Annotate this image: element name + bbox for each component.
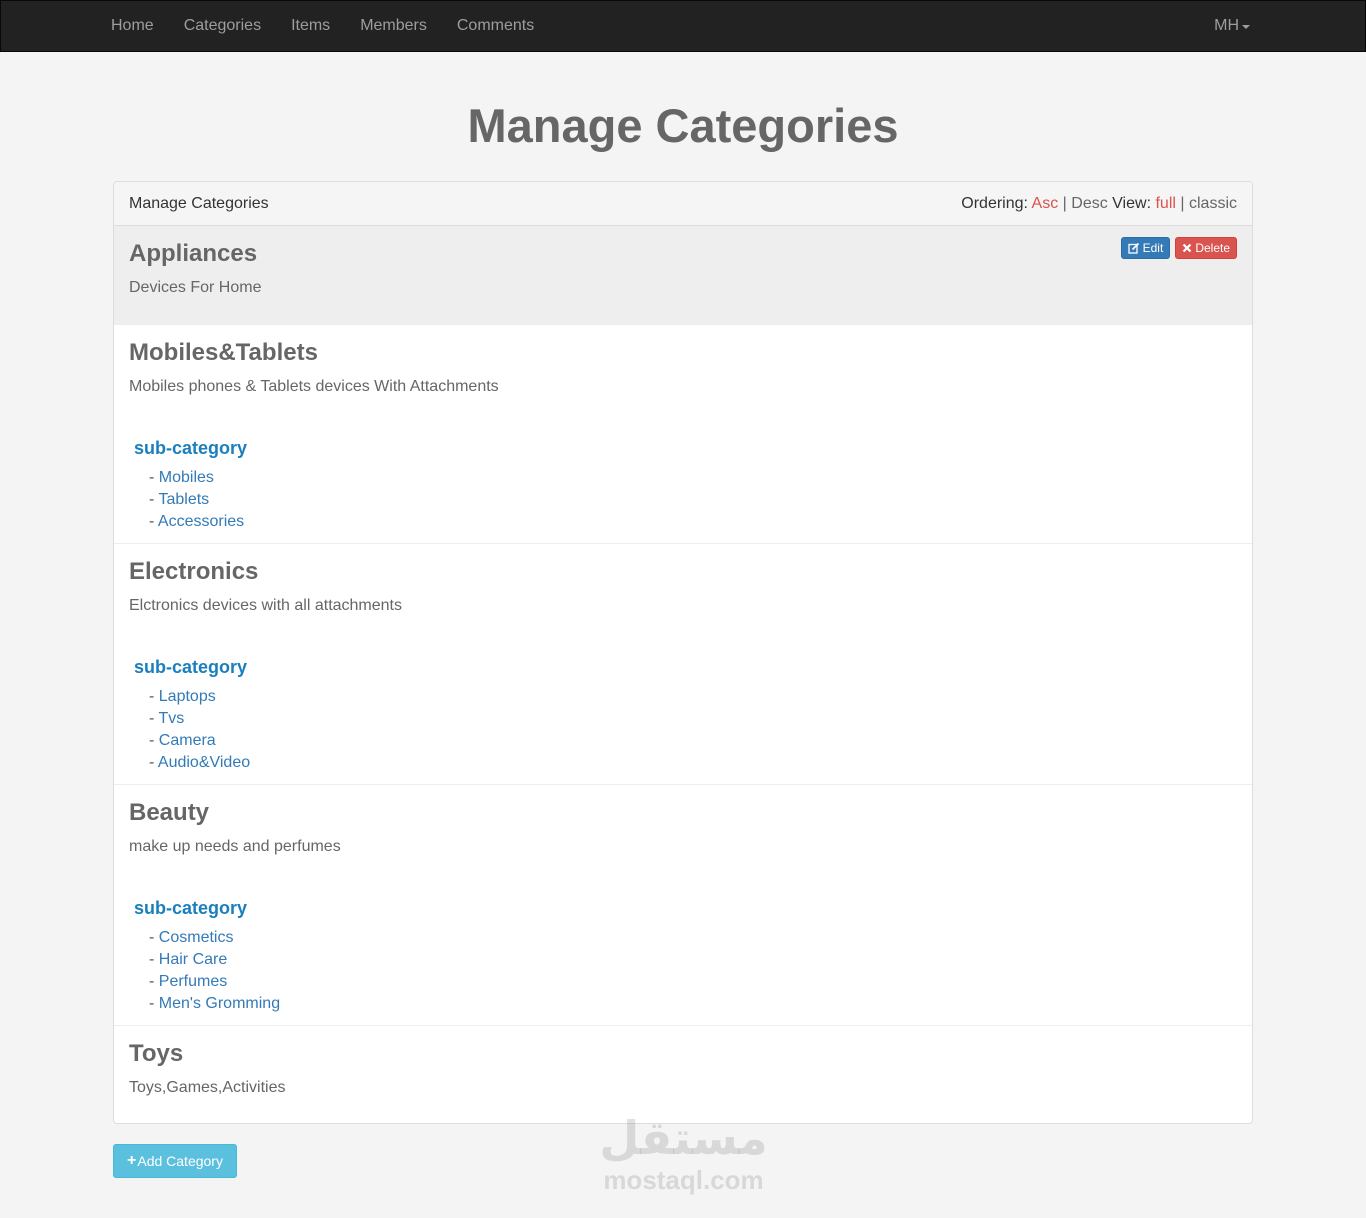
page-title: Manage Categories: [467, 99, 899, 152]
sub-category-heading: sub-category: [134, 438, 248, 458]
sub-category-list: - Mobiles - Tablets - Accessories: [149, 467, 1237, 533]
panel-title: Manage Categories: [129, 194, 269, 212]
sub-category-list: - Cosmetics - Hair Care - Perfumes - Men…: [149, 927, 1237, 1015]
add-category-label: Add Category: [137, 1153, 223, 1169]
nav-comments[interactable]: Comments: [442, 1, 549, 51]
sub-category-heading: sub-category: [134, 898, 248, 918]
order-asc-link[interactable]: Asc: [1032, 195, 1059, 212]
sub-category-heading: sub-category: [134, 657, 248, 677]
list-item: - Cosmetics: [149, 929, 234, 946]
category-description: Mobiles phones & Tablets devices With At…: [129, 378, 499, 395]
ordering-label: Ordering:: [961, 194, 1028, 212]
sub-category-link[interactable]: Tablets: [158, 491, 209, 508]
category-item[interactable]: Mobiles&Tablets Mobiles phones & Tablets…: [114, 325, 1252, 544]
list-item: - Mobiles: [149, 469, 214, 486]
sub-category-list: - Laptops - Tvs - Camera - Audio&Video: [149, 686, 1237, 774]
list-item: - Men's Gromming: [149, 995, 281, 1012]
separator: |: [1180, 194, 1185, 212]
category-description: Elctronics devices with all attachments: [129, 597, 402, 614]
list-item: - Camera: [149, 732, 216, 749]
nav-items[interactable]: Items: [276, 1, 345, 51]
sub-category-link[interactable]: Mobiles: [159, 469, 214, 486]
category-name: Appliances: [129, 240, 258, 267]
sub-category-link[interactable]: Tvs: [158, 710, 184, 727]
plus-icon: +: [127, 1152, 137, 1169]
categories-panel: Manage Categories Ordering: Asc | Desc V…: [113, 181, 1253, 1124]
list-item: - Tvs: [149, 710, 185, 727]
panel-heading: Manage Categories Ordering: Asc | Desc V…: [114, 182, 1252, 226]
close-icon: [1183, 243, 1192, 253]
category-name: Beauty: [129, 799, 210, 826]
sub-category-link[interactable]: Audio&Video: [158, 754, 250, 771]
sub-category-link[interactable]: Perfumes: [159, 973, 227, 990]
category-actions: Edit Delete: [1120, 237, 1237, 259]
category-description: make up needs and perfumes: [129, 838, 341, 855]
nav-home[interactable]: Home: [96, 1, 169, 51]
edit-label: Edit: [1142, 241, 1164, 255]
category-description: Devices For Home: [129, 279, 262, 296]
category-name: Toys: [129, 1040, 184, 1067]
top-navbar: Home Categories Items Members Comments M…: [0, 0, 1366, 52]
delete-label: Delete: [1195, 241, 1230, 255]
list-item: - Audio&Video: [149, 754, 251, 771]
nav-categories[interactable]: Categories: [169, 1, 276, 51]
delete-button[interactable]: Delete: [1175, 237, 1237, 259]
edit-icon: [1127, 242, 1139, 254]
category-description: Toys,Games,Activities: [129, 1079, 286, 1096]
list-item: - Tablets: [149, 491, 210, 508]
user-dropdown[interactable]: MH: [1214, 1, 1250, 51]
add-category-button[interactable]: + Add Category: [113, 1144, 237, 1178]
ordering-controls: Ordering: Asc | Desc View: full | classi…: [961, 195, 1237, 213]
category-name: Mobiles&Tablets: [129, 339, 318, 366]
list-item: - Perfumes: [149, 973, 228, 990]
watermark-arabic: مستقل: [599, 1111, 768, 1165]
sub-category-link[interactable]: Camera: [159, 732, 216, 749]
order-desc-link[interactable]: Desc: [1071, 195, 1107, 212]
category-item[interactable]: Appliances Devices For Home Edit Delete: [114, 226, 1252, 325]
view-full-link[interactable]: full: [1155, 195, 1175, 212]
view-label: View:: [1112, 194, 1152, 212]
sub-category-link[interactable]: Laptops: [159, 688, 216, 705]
list-item: - Laptops: [149, 688, 216, 705]
sub-category-link[interactable]: Cosmetics: [159, 929, 234, 946]
watermark-latin: mostaql.com: [603, 1165, 764, 1195]
view-classic-link[interactable]: classic: [1189, 195, 1237, 212]
edit-button[interactable]: Edit: [1120, 237, 1171, 259]
category-item[interactable]: Beauty make up needs and perfumes sub-ca…: [114, 785, 1252, 1026]
sub-category-link[interactable]: Accessories: [158, 513, 244, 530]
watermark: مستقل mostaql.com: [596, 1110, 771, 1194]
user-initials: MH: [1214, 17, 1239, 34]
category-item[interactable]: Electronics Elctronics devices with all …: [114, 544, 1252, 785]
nav-members[interactable]: Members: [345, 1, 442, 51]
list-item: - Hair Care: [149, 951, 228, 968]
separator: |: [1062, 194, 1067, 212]
list-item: - Accessories: [149, 513, 245, 530]
category-name: Electronics: [129, 558, 259, 585]
caret-down-icon: [1242, 25, 1250, 29]
nav-links: Home Categories Items Members Comments: [96, 1, 549, 51]
sub-category-link[interactable]: Men's Gromming: [159, 995, 280, 1012]
sub-category-link[interactable]: Hair Care: [159, 951, 227, 968]
